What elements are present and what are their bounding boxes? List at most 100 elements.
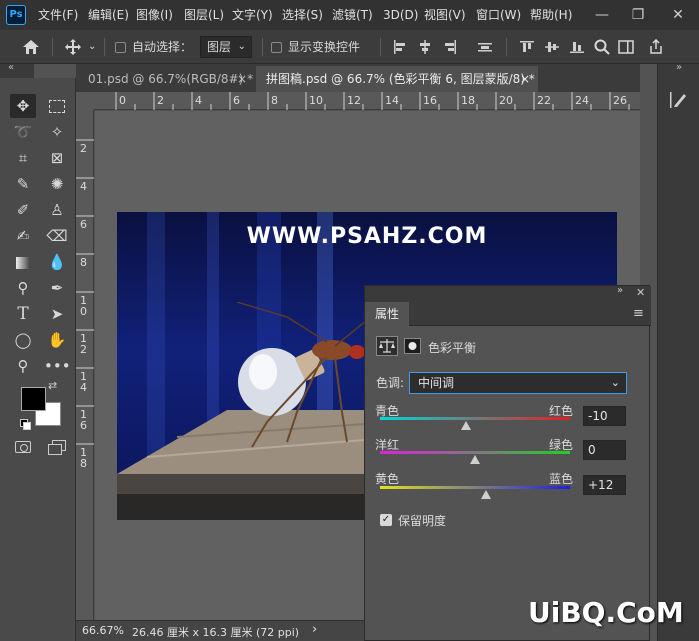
eyedropper-icon[interactable]: ✎ [10,172,36,196]
magic-wand-icon[interactable]: ✧ [44,120,70,144]
menu-file[interactable]: 文件(F) [36,0,80,30]
tab-collage-psd[interactable]: 拼图稿.psd @ 66.7% (色彩平衡 6, 图层蒙版/8) * × [256,66,538,92]
show-transform-label: 显示变换控件 [288,40,361,54]
cyan-red-slider-thumb[interactable] [460,421,471,430]
menu-view[interactable]: 视图(V) [422,0,468,30]
magenta-green-value-field[interactable]: 0 [583,440,626,460]
lightbulb-mosquito-image [236,302,377,448]
menu-layer[interactable]: 图层(L) [182,0,226,30]
restore-icon[interactable]: ❐ [624,0,652,30]
spot-healing-icon[interactable]: ✺ [44,172,70,196]
menu-window[interactable]: 窗口(W) [474,0,523,30]
site-watermark-text: UiBQ.CoM [528,596,684,629]
move-tool-icon[interactable]: ✥ [10,94,36,118]
move-tool-icon[interactable] [64,38,82,56]
stamp-tool-icon[interactable]: ♙ [44,198,70,222]
close-tab-icon[interactable]: × [520,66,530,92]
align-left-icon[interactable] [393,40,407,54]
auto-select-label: 自动选择： [132,40,193,54]
layer-mask-icon[interactable] [404,338,421,354]
lasso-tool-icon[interactable]: ➰ [10,120,36,144]
menu-help[interactable]: 帮助(H) [528,0,574,30]
pen-tool-icon[interactable]: ✒ [44,276,70,300]
tone-dropdown[interactable]: 中间调 ⌄ [409,372,627,394]
close-window-icon[interactable]: ✕ [664,0,692,30]
magenta-green-slider-track[interactable] [380,451,570,454]
canvas-watermark-text: WWW.PSAHZ.COM [246,224,488,249]
default-colors-icon[interactable] [20,419,31,430]
ruler-label: 8 [80,256,87,269]
align-top-icon[interactable] [520,40,534,54]
properties-panel-icon[interactable] [669,91,689,109]
brush-tool-icon[interactable]: ✐ [10,198,36,222]
hand-tool-icon[interactable]: ✋ [44,328,70,352]
swap-colors-icon[interactable]: ⇄ [48,379,57,392]
cyan-red-slider-track[interactable] [380,417,570,420]
ruler-label: 0 [119,94,126,107]
panel-menu-icon[interactable]: ≡ [633,306,644,321]
yellow-blue-slider-track[interactable] [380,486,570,489]
vertical-ruler[interactable]: 24681012141618 [76,110,94,620]
history-brush-icon[interactable]: ✍ [10,224,36,248]
collapse-icon[interactable]: « [8,62,14,73]
quick-mask-icon[interactable] [15,441,31,453]
menu-image[interactable]: 图像(I) [134,0,175,30]
type-tool-icon[interactable]: T [10,302,36,326]
magenta-green-slider-thumb[interactable] [470,455,480,464]
screen-mode-icon[interactable] [48,440,66,455]
chevron-down-icon[interactable]: ⌄ [88,30,96,64]
options-bar: ⌄ 自动选择： 图层 ⌄ 显示变换控件 [0,30,699,64]
minimize-icon[interactable]: — [588,0,616,30]
share-icon[interactable] [648,39,664,55]
menu-filter[interactable]: 滤镜(T) [330,0,375,30]
distribute-vertical-icon[interactable] [478,40,492,54]
close-tab-icon[interactable]: × [237,66,247,92]
yellow-blue-slider-thumb[interactable] [481,490,492,499]
gradient-tool-icon[interactable] [10,250,36,274]
preserve-luminosity-checkbox[interactable]: ✓ [380,514,392,526]
tool-panel: ✥ ➰ ✧ ⌗ ⊠ ✎ ✺ ✐ ♙ ✍ ⌫ 💧 ⚲ ✒ T ➤ ◯ ✋ ⚲ ••… [0,78,76,641]
more-tools-icon[interactable]: ••• [44,354,71,378]
ellipse-tool-icon[interactable]: ◯ [10,328,36,352]
ruler-label: 6 [233,94,240,107]
ruler-label: 10 [309,94,323,107]
crop-tool-icon[interactable]: ⌗ [10,146,36,170]
menu-edit[interactable]: 编辑(E) [86,0,131,30]
zoom-tool-icon[interactable]: ⚲ [10,354,36,378]
expand-panels-icon[interactable]: » [676,62,682,73]
path-select-icon[interactable]: ➤ [44,302,70,326]
foreground-color-swatch[interactable] [21,387,46,411]
panel-titlebar[interactable]: » ✕ [365,285,651,302]
status-menu-arrow-icon[interactable]: › [312,622,317,637]
close-panel-icon[interactable]: ✕ [636,286,645,299]
menu-3d[interactable]: 3D(D) [381,0,420,30]
show-transform-checkbox[interactable] [271,42,282,53]
eraser-tool-icon[interactable]: ⌫ [44,224,70,248]
auto-select-target-dropdown[interactable]: 图层 ⌄ [200,36,252,58]
home-icon[interactable] [22,39,40,55]
workspace-icon[interactable] [618,39,634,55]
auto-select-checkbox[interactable] [115,42,126,53]
marquee-tool-icon[interactable] [44,94,70,118]
tab-properties[interactable]: 属性 [365,302,410,326]
horizontal-ruler[interactable]: 0 2 4 6 8 10 12 14 16 18 20 22 24 26 [94,92,640,110]
tab-01-psd[interactable]: 01.psd @ 66.7%(RGB/8#) * × [78,66,255,92]
ruler-label: 26 [613,94,627,107]
align-center-horizontal-icon[interactable] [418,40,432,54]
zoom-level[interactable]: 66.67% [82,624,124,637]
align-right-icon[interactable] [443,40,457,54]
cyan-red-value-field[interactable]: -10 [583,406,626,426]
menu-select[interactable]: 选择(S) [280,0,325,30]
ruler-label: 16 [423,94,437,107]
menu-type[interactable]: 文字(Y) [230,0,275,30]
align-bottom-icon[interactable] [570,40,584,54]
align-middle-vertical-icon[interactable] [545,40,559,54]
blur-tool-icon[interactable]: 💧 [44,250,70,274]
frame-tool-icon[interactable]: ⊠ [44,146,70,170]
ruler-label: 24 [575,94,589,107]
collapse-panel-icon[interactable]: » [617,285,623,296]
search-icon[interactable] [594,39,610,55]
dodge-tool-icon[interactable]: ⚲ [10,276,36,300]
ruler-label: 4 [195,94,202,107]
yellow-blue-value-field[interactable]: +12 [583,475,626,495]
